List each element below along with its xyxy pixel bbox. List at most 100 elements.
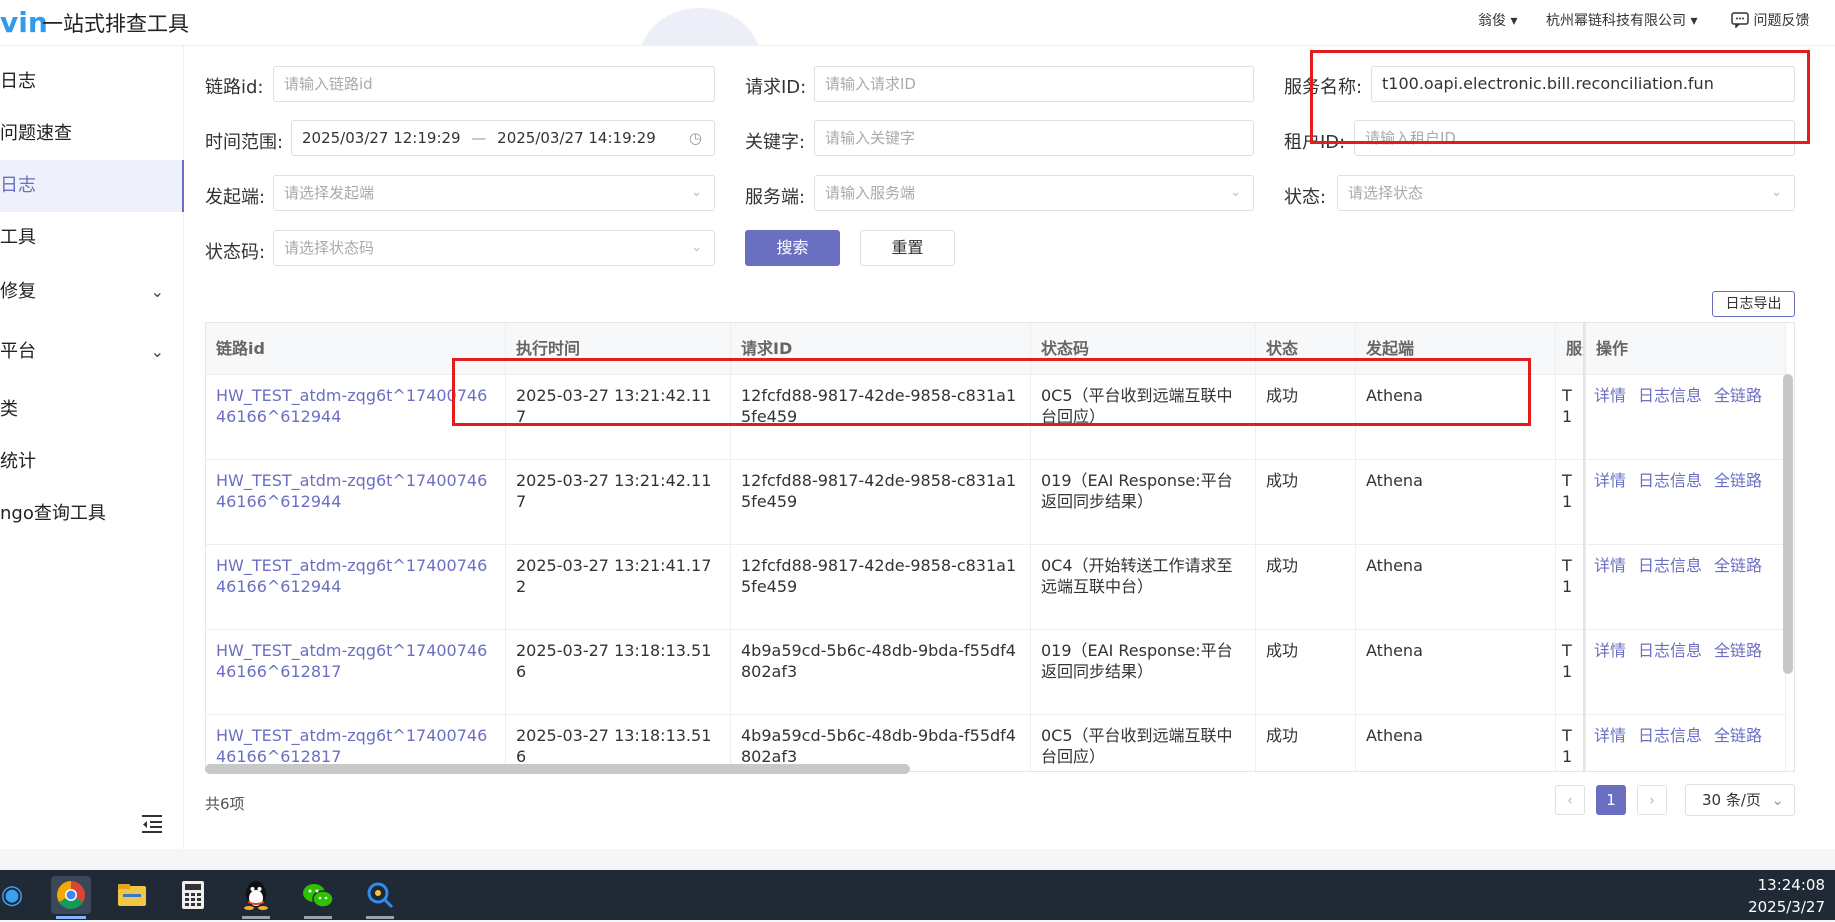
os-taskbar: ◉ 13:24:08 2025/3/27 [0,870,1835,920]
cell-trace-id[interactable]: HW_TEST_atdm-zqg6t^1740074646166^612817 [206,630,506,715]
initiator-placeholder: 请选择发起端 [284,184,375,202]
detail-link[interactable]: 详情 [1594,726,1626,745]
sidebar-item-log[interactable]: 日志 [0,56,184,108]
cell-trace-id[interactable]: HW_TEST_atdm-zqg6t^1740074646166^612944 [206,460,506,545]
edge-browser-icon[interactable]: ◉ [0,876,32,914]
sidebar-item-tools[interactable]: 工具 [0,212,184,264]
highlight-box-first-row [452,358,1531,426]
sidebar-item-label: 工具 [0,227,36,248]
log-info-link[interactable]: 日志信息 [1638,556,1702,575]
cell-initiator: Athena [1356,460,1556,545]
chevron-down-icon: ⌄ [150,342,164,361]
horizontal-scrollbar[interactable] [205,764,910,774]
search-button[interactable]: 搜索 [745,230,840,266]
chevron-down-icon: ⌄ [1230,185,1241,200]
active-app-indicator [56,916,86,919]
full-trace-link[interactable]: 全链路 [1714,471,1762,490]
caret-down-icon: ▾ [1690,13,1698,29]
full-trace-link[interactable]: 全链路 [1714,726,1762,745]
clock-time: 13:24:08 [1757,876,1825,894]
full-trace-link[interactable]: 全链路 [1714,556,1762,575]
export-log-button[interactable]: 日志导出 [1712,291,1795,317]
file-explorer-icon[interactable] [112,876,152,914]
keyword-input[interactable]: 请输入关键字 [814,120,1254,156]
feedback-label: 问题反馈 [1753,13,1810,29]
chrome-browser-icon[interactable] [51,876,91,914]
chevron-down-icon: ⌄ [1771,791,1784,809]
calculator-icon[interactable] [173,876,213,914]
full-trace-link[interactable]: 全链路 [1714,386,1762,405]
prev-page-button[interactable]: ‹ [1555,785,1585,815]
status-label: 状态: [1284,187,1327,208]
page-size-value: 30 条/页 [1702,791,1761,809]
request-id-input[interactable]: 请输入请求ID [814,66,1254,102]
sidebar-item-platform[interactable]: 平台 ⌄ [0,326,184,378]
sidebar-item-label: 问题速查 [0,123,72,144]
cell-status-code: 019（EAI Response:平台返回同步结果） [1031,630,1256,715]
cell-initiator: Athena [1356,630,1556,715]
log-info-link[interactable]: 日志信息 [1638,386,1702,405]
cell-initiator: Athena [1356,715,1556,771]
menu-collapse-icon[interactable] [140,814,164,834]
initiator-label: 发起端: [205,187,266,208]
cell-service: T1 [1556,460,1586,545]
company-menu[interactable]: 杭州幂链科技有限公司 ▾ [1546,10,1697,30]
sidebar-item-quick-check[interactable]: 问题速查 [0,108,184,160]
log-info-link[interactable]: 日志信息 [1638,641,1702,660]
detail-link[interactable]: 详情 [1594,471,1626,490]
status-select[interactable]: 请选择状态 ⌄ [1337,175,1795,211]
running-app-indicator [242,916,270,919]
cell-actions: 详情 日志信息 全链路 [1586,630,1786,715]
chat-icon [1731,12,1753,29]
cell-actions: 详情 日志信息 全链路 [1586,375,1786,460]
time-range-end: 2025/03/27 14:19:29 [497,129,656,147]
search-app-icon[interactable] [360,876,400,914]
full-trace-link[interactable]: 全链路 [1714,641,1762,660]
chevron-left-icon: ‹ [1567,791,1573,809]
feedback-button[interactable]: 问题反馈 [1731,10,1809,30]
caret-down-icon: ▾ [1510,13,1518,29]
cell-status: 成功 [1256,630,1356,715]
cell-status-code: 0C4（开始转送工作请求至远端互联中台） [1031,545,1256,630]
cell-request-id: 12fcfd88-9817-42de-9858-c831a15fe459 [731,460,1031,545]
log-info-link[interactable]: 日志信息 [1638,471,1702,490]
time-range-label: 时间范围: [205,132,284,153]
cell-status-code: 0C5（平台收到远端互联中台回应） [1031,715,1256,771]
cell-service: T1 [1556,630,1586,715]
time-range-picker[interactable]: 2025/03/27 12:19:29 — 2025/03/27 14:19:2… [291,120,715,156]
sidebar-item-label: 类 [0,399,18,420]
cell-actions: 详情 日志信息 全链路 [1586,715,1786,771]
column-header-actions: 操作 [1586,323,1786,375]
status-code-select[interactable]: 请选择状态码 ⌄ [273,230,715,266]
highlight-box-service-name [1310,50,1810,144]
cell-trace-id[interactable]: HW_TEST_atdm-zqg6t^1740074646166^612944 [206,545,506,630]
reset-button[interactable]: 重置 [860,230,955,266]
qq-icon[interactable] [236,876,276,914]
trace-id-input[interactable]: 请输入链路id [273,66,715,102]
sidebar-item-repair[interactable]: 修复 ⌄ [0,266,184,318]
detail-link[interactable]: 详情 [1594,386,1626,405]
wechat-icon[interactable] [298,876,338,914]
detail-link[interactable]: 详情 [1594,641,1626,660]
user-menu[interactable]: 翁俊 ▾ [1478,10,1517,30]
detail-link[interactable]: 详情 [1594,556,1626,575]
sidebar-item-log-active[interactable]: 日志 [0,160,184,212]
server-placeholder: 请输入服务端 [825,184,916,202]
sidebar-item-stats[interactable]: 统计 [0,436,184,488]
next-page-button[interactable]: › [1637,785,1667,815]
page-size-select[interactable]: 30 条/页 ⌄ [1685,784,1795,816]
cell-request-id: 4b9a59cd-5b6c-48db-9bda-f55df4802af3 [731,630,1031,715]
system-clock[interactable]: 13:24:08 2025/3/27 [1748,874,1825,918]
initiator-select[interactable]: 请选择发起端 ⌄ [273,175,715,211]
column-header-service: 服务 [1556,323,1586,375]
server-select[interactable]: 请输入服务端 ⌄ [814,175,1254,211]
log-info-link[interactable]: 日志信息 [1638,726,1702,745]
sidebar-item-label: 日志 [0,175,36,196]
page-number-current[interactable]: 1 [1596,785,1626,815]
company-name: 杭州幂链科技有限公司 [1546,13,1686,29]
sidebar-item-category[interactable]: 类 [0,384,184,436]
fixed-column-divider [1583,322,1585,772]
keyword-label: 关键字: [745,132,806,153]
sidebar-item-mongo-tool[interactable]: ngo查询工具 [0,488,184,540]
vertical-scrollbar[interactable] [1783,374,1793,674]
